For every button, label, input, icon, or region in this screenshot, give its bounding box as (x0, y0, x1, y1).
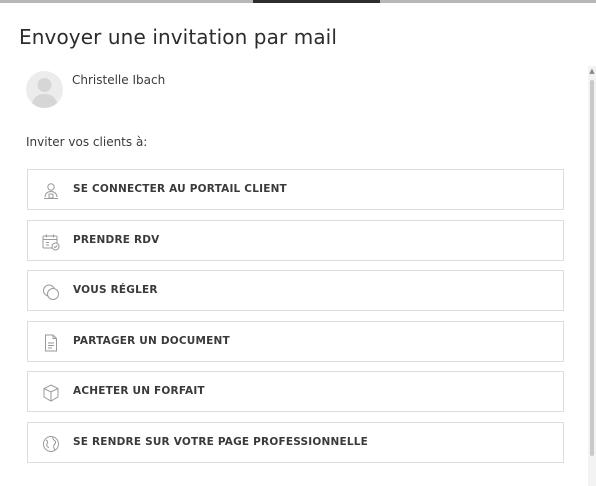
action-label: PARTAGER UN DOCUMENT (73, 334, 230, 347)
active-tab-indicator (253, 0, 380, 3)
coins-icon (41, 282, 61, 302)
globe-icon (41, 434, 61, 454)
document-icon (41, 333, 61, 353)
invite-label: Inviter vos clients à: (26, 135, 148, 149)
avatar (26, 71, 63, 108)
action-label: PRENDRE RDV (73, 233, 160, 246)
action-label: VOUS RÉGLER (73, 284, 158, 297)
user-portal-icon (41, 181, 61, 201)
action-label: SE CONNECTER AU PORTAIL CLIENT (73, 183, 287, 195)
client-name: Christelle Ibach (72, 73, 166, 87)
action-label: ACHETER UN FORFAIT (73, 385, 205, 398)
payment-button[interactable]: VOUS RÉGLER (27, 270, 564, 312)
dialog-title: Envoyer une invitation par mail (19, 25, 337, 49)
professional-page-button[interactable]: SE RENDRE SUR VOTRE PAGE PROFESSIONNELLE (27, 421, 564, 463)
calendar-icon (41, 232, 61, 252)
person-silhouette-icon (31, 78, 58, 108)
package-box-icon (41, 383, 61, 403)
scrollbar-thumb[interactable] (590, 80, 594, 456)
scroll-up-arrow-icon[interactable]: ▲ (588, 66, 596, 76)
portal-login-button[interactable]: SE CONNECTER AU PORTAIL CLIENT (27, 169, 564, 210)
book-appointment-button[interactable]: PRENDRE RDV (27, 219, 564, 261)
share-document-button[interactable]: PARTAGER UN DOCUMENT (27, 320, 564, 362)
invitation-dialog: Envoyer une invitation par mail Christel… (0, 0, 596, 486)
invite-actions-list: SE CONNECTER AU PORTAIL CLIENT PRENDRE R… (27, 169, 564, 473)
action-label: SE RENDRE SUR VOTRE PAGE PROFESSIONNELLE (73, 435, 368, 448)
buy-package-button[interactable]: ACHETER UN FORFAIT (27, 371, 564, 413)
